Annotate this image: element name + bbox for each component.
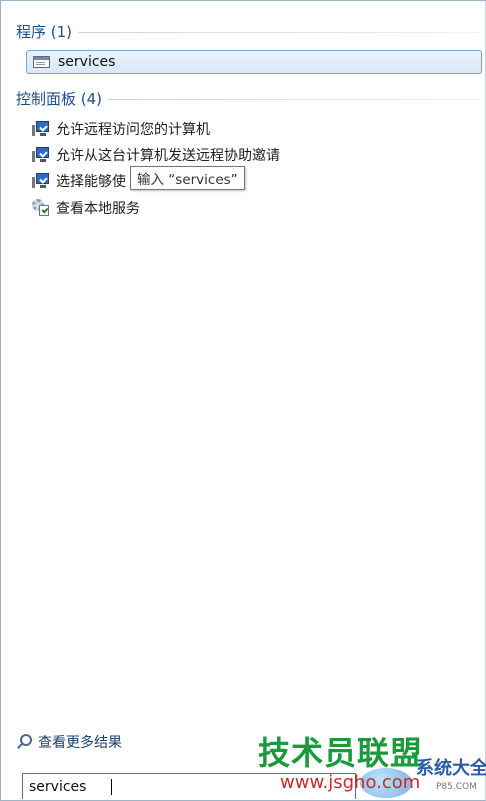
see-more-results-label: 查看更多结果 [38,735,122,751]
program-item-services[interactable]: services [26,50,482,74]
text-caret [111,779,112,795]
control-panel-item-label: 选择能够使 [56,174,126,190]
see-more-results-link[interactable]: 查看更多结果 [16,731,122,753]
control-panel-item-label: 允许远程访问您的计算机 [56,122,210,138]
search-box[interactable] [22,773,356,799]
services-gear-icon [32,199,50,217]
control-panel-item-label: 查看本地服务 [56,201,140,217]
control-panel-item-select-users[interactable]: 选择能够使 [32,171,126,191]
search-input[interactable] [23,777,331,796]
remote-monitor-icon [32,121,50,137]
services-app-icon [33,56,50,68]
control-panel-item-label: 允许从这台计算机发送远程协助邀请 [56,148,280,164]
program-item-label: services [58,54,116,70]
group-divider [78,31,480,33]
search-icon [16,734,32,750]
remote-monitor-icon [32,173,50,189]
group-divider [108,98,480,100]
control-panel-item-remote-access[interactable]: 允许远程访问您的计算机 [32,119,210,139]
programs-group-header[interactable]: 程序 (1) [16,20,480,42]
programs-group-title: 程序 (1) [16,22,73,41]
control-panel-group-title: 控制面板 (4) [16,89,103,108]
control-panel-item-remote-assistance[interactable]: 允许从这台计算机发送远程协助邀请 [32,145,280,165]
remote-monitor-icon [32,147,50,163]
control-panel-item-view-local-services[interactable]: 查看本地服务 [32,198,140,218]
tooltip: 输入 “services” [130,166,245,190]
control-panel-group-header[interactable]: 控制面板 (4) [16,87,480,109]
